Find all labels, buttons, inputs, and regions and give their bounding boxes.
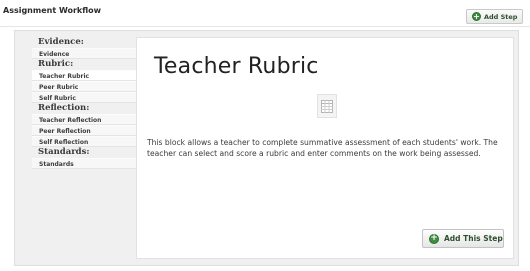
- header-divider: [0, 26, 530, 27]
- add-step-button[interactable]: + Add Step: [466, 9, 523, 24]
- section-heading-reflection: Reflection:: [38, 103, 90, 113]
- section-heading-rubric: Rubric:: [38, 59, 74, 69]
- page-title: Assignment Workflow: [3, 6, 102, 15]
- rubric-grid-icon: [317, 94, 337, 118]
- sidebar-item-self-reflection[interactable]: Self Reflection: [32, 136, 136, 147]
- sidebar-item-teacher-reflection[interactable]: Teacher Reflection: [32, 114, 136, 125]
- section-heading-standards: Standards:: [38, 147, 90, 157]
- sidebar-item-teacher-rubric[interactable]: Teacher Rubric: [32, 70, 136, 81]
- add-this-step-label: Add This Step: [444, 234, 503, 243]
- plus-icon: +: [472, 11, 481, 21]
- sidebar-item-evidence[interactable]: Evidence: [32, 48, 136, 59]
- sidebar-item-standards[interactable]: Standards: [32, 158, 136, 169]
- step-description: This block allows a teacher to complete …: [147, 138, 498, 158]
- sidebar-item-self-rubric[interactable]: Self Rubric: [32, 92, 136, 103]
- add-step-label: Add Step: [484, 12, 518, 21]
- step-title: Teacher Rubric: [154, 54, 319, 79]
- section-heading-evidence: Evidence:: [38, 37, 84, 47]
- sidebar-item-peer-rubric[interactable]: Peer Rubric: [32, 81, 136, 92]
- step-detail-card: Teacher Rubric This block allows a teach…: [136, 37, 514, 259]
- step-type-sidebar: Evidence: Evidence Rubric: Teacher Rubri…: [32, 37, 136, 169]
- sidebar-item-peer-reflection[interactable]: Peer Reflection: [32, 125, 136, 136]
- add-this-step-button[interactable]: + Add This Step: [422, 229, 504, 248]
- plus-icon: +: [429, 233, 439, 244]
